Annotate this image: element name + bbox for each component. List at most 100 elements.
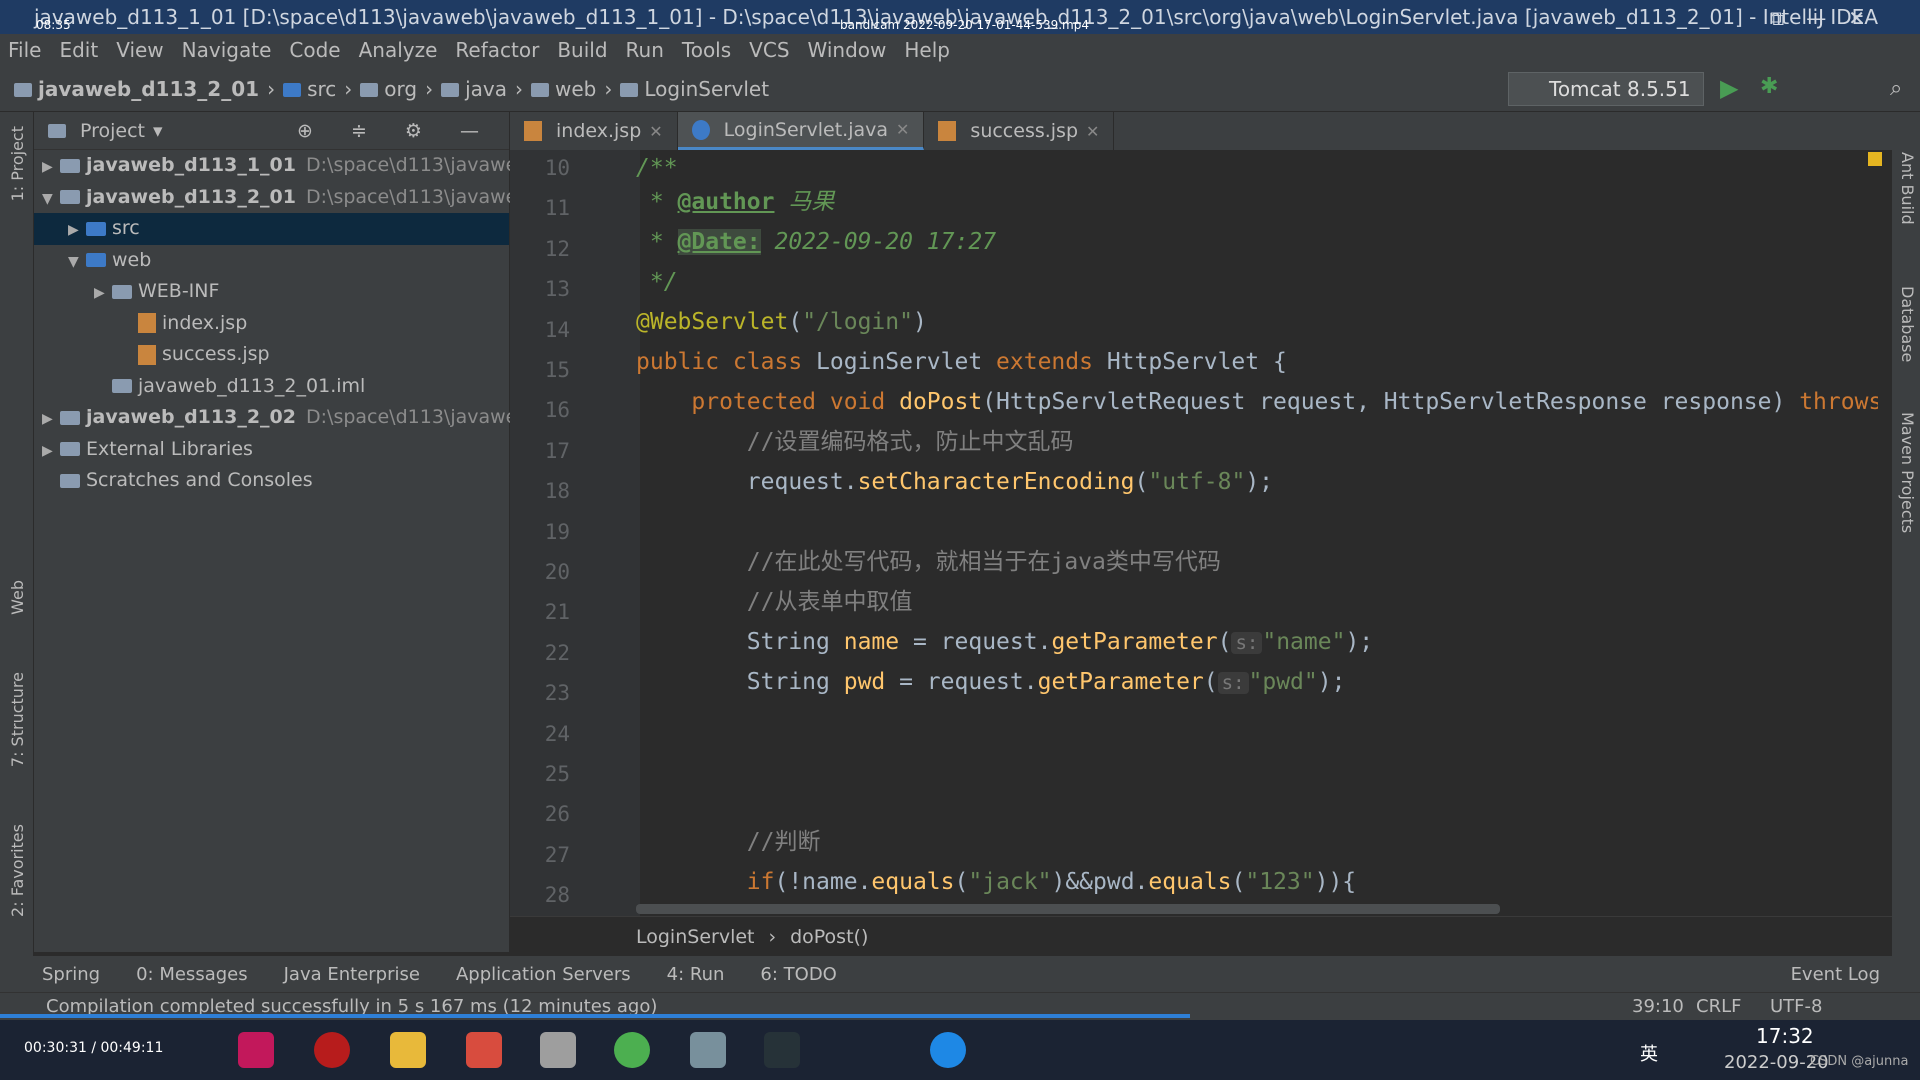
- tree-item[interactable]: Scratches and Consoles: [34, 465, 509, 497]
- run-icon[interactable]: ▶: [1720, 74, 1738, 102]
- expand-toggle[interactable]: ▶: [94, 278, 112, 310]
- menu-item[interactable]: Navigate: [182, 38, 272, 62]
- bottom-tool-4[interactable]: 4: Run: [667, 964, 725, 985]
- crumb-method[interactable]: doPost(): [790, 926, 868, 948]
- expand-toggle[interactable]: ▼: [42, 184, 60, 216]
- intellij-icon[interactable]: [238, 1032, 274, 1068]
- ime-indicator[interactable]: 英: [1640, 1040, 1658, 1066]
- encoding[interactable]: UTF-8: [1770, 993, 1822, 1021]
- folder-icon: [112, 284, 132, 299]
- line-number: 12: [544, 236, 570, 261]
- panel-toolbar-icons[interactable]: ⊕ ≑ ⚙ —: [297, 120, 495, 142]
- explorer-icon[interactable]: [390, 1032, 426, 1068]
- bottom-tool-1[interactable]: 0: Messages: [136, 964, 248, 985]
- expand-toggle[interactable]: ▼: [68, 247, 86, 279]
- nav-crumb-label: java: [465, 76, 507, 101]
- app-icon[interactable]: [466, 1032, 502, 1068]
- tool-structure[interactable]: 7: Structure: [8, 672, 27, 767]
- browser-icon[interactable]: [690, 1032, 726, 1068]
- bottom-tool-2[interactable]: Java Enterprise: [284, 964, 420, 985]
- menu-item[interactable]: Code: [289, 38, 340, 62]
- nav-crumb[interactable]: LoginServlet: [620, 77, 769, 101]
- crumb-class[interactable]: LoginServlet: [636, 926, 754, 948]
- editor-tab[interactable]: LoginServlet.java ✕: [677, 112, 925, 150]
- tool-ant-build[interactable]: Ant Build: [1898, 152, 1917, 225]
- inspection-indicator[interactable]: [1868, 152, 1882, 166]
- nav-crumb[interactable]: java: [441, 77, 507, 101]
- tool-maven[interactable]: Maven Projects: [1898, 412, 1917, 533]
- bottom-tool-0[interactable]: Spring: [42, 964, 100, 985]
- menu-item[interactable]: Tools: [682, 38, 731, 62]
- folder-icon: [60, 190, 80, 204]
- tree-item[interactable]: ▶ javaweb_d113_2_02 D:\space\d113\javaweb\…: [34, 402, 564, 436]
- tree-item[interactable]: javaweb_d113_2_01.iml: [34, 371, 509, 403]
- tab-label: LoginServlet.java: [723, 118, 889, 141]
- menu-item[interactable]: View: [116, 38, 163, 62]
- bottom-tool-3[interactable]: Application Servers: [456, 964, 631, 985]
- line-number: 14: [544, 317, 570, 342]
- line-number: 24: [544, 721, 570, 746]
- debug-icon[interactable]: ✱: [1760, 74, 1778, 99]
- line-number: 17: [544, 438, 570, 463]
- expand-toggle[interactable]: ▶: [68, 215, 86, 247]
- expand-toggle[interactable]: ▶: [42, 404, 60, 436]
- folder-icon: [441, 83, 460, 97]
- tree-item[interactable]: ▶ javaweb_d113_1_01 D:\space\d113\javaweb\…: [34, 150, 564, 184]
- bottom-tool-5[interactable]: 6: TODO: [760, 964, 836, 985]
- search-icon[interactable]: ⌕: [1890, 76, 1902, 101]
- editor-gutter: 10 11 12 13 14 15 16 17 18 19 20 21 22 23 24 25 26 27 28: [510, 150, 640, 916]
- nav-crumb-label: org: [384, 76, 418, 101]
- close-icon[interactable]: ✕: [1086, 122, 1099, 141]
- window-controls[interactable]: ⧉—✕: [1770, 6, 1887, 30]
- expand-toggle[interactable]: ▶: [42, 436, 60, 468]
- tree-item[interactable]: index.jsp: [34, 308, 509, 340]
- tree-item[interactable]: ▶ WEB-INF: [34, 276, 509, 308]
- pause-icon[interactable]: [930, 1032, 966, 1068]
- tree-item[interactable]: ▶ External Libraries: [34, 434, 509, 466]
- tree-item[interactable]: ▼ web: [34, 245, 509, 277]
- player-time: 00:30:31 / 00:49:11: [24, 1040, 164, 1056]
- crumb-separator: ›: [514, 76, 523, 101]
- chrome-icon[interactable]: [614, 1032, 650, 1068]
- typora-icon[interactable]: [540, 1032, 576, 1068]
- menu-item[interactable]: Run: [626, 38, 664, 62]
- nav-crumb[interactable]: src: [283, 77, 336, 101]
- caret-position[interactable]: 39:10: [1632, 993, 1684, 1021]
- tree-item[interactable]: ▼ javaweb_d113_2_01 D:\space\d113\javaweb\…: [34, 182, 564, 216]
- terminal-icon[interactable]: [764, 1032, 800, 1068]
- bottom-tool-6[interactable]: Event Log: [1791, 964, 1880, 985]
- nav-crumb[interactable]: javaweb_d113_2_01: [14, 77, 259, 101]
- close-icon[interactable]: ✕: [896, 120, 909, 139]
- horizontal-scrollbar[interactable]: [636, 904, 1500, 914]
- menu-item[interactable]: Window: [808, 38, 887, 62]
- editor-tab[interactable]: index.jsp ✕: [510, 112, 678, 150]
- menu-bar: File Edit View Navigate Code Analyze Refactor B…: [0, 34, 1920, 66]
- folder-icon: [60, 410, 80, 425]
- menu-item[interactable]: Help: [904, 38, 950, 62]
- nav-crumb[interactable]: web: [530, 77, 596, 101]
- nav-crumb[interactable]: org: [360, 77, 417, 101]
- menu-item[interactable]: Edit: [59, 38, 98, 62]
- menu-item[interactable]: Build: [557, 38, 607, 62]
- code-editor[interactable]: /** * @author 马果 * @Date: 2022-09-20 17:…: [636, 150, 1878, 916]
- tool-web[interactable]: Web: [8, 580, 27, 615]
- run-config-select[interactable]: Tomcat 8.5.51 ▾: [1508, 72, 1704, 133]
- line-separator[interactable]: CRLF: [1696, 993, 1741, 1021]
- record-icon[interactable]: [314, 1032, 350, 1068]
- menu-item[interactable]: VCS: [749, 38, 789, 62]
- tree-item-label: External Libraries: [86, 437, 253, 460]
- line-number: 13: [544, 277, 570, 302]
- editor-tab[interactable]: success.jsp ✕: [924, 112, 1115, 150]
- menu-item[interactable]: File: [8, 38, 41, 62]
- video-progress[interactable]: [0, 1014, 1190, 1018]
- menu-item[interactable]: Analyze: [359, 38, 438, 62]
- expand-toggle[interactable]: ▶: [42, 152, 60, 184]
- close-icon[interactable]: ✕: [649, 122, 662, 141]
- tool-database[interactable]: Database: [1898, 286, 1917, 362]
- tool-favorites[interactable]: 2: Favorites: [8, 824, 27, 917]
- tool-project[interactable]: 1: Project: [8, 126, 27, 201]
- project-panel-title[interactable]: Project: [80, 120, 145, 142]
- tree-item[interactable]: success.jsp: [34, 339, 509, 371]
- menu-item[interactable]: Refactor: [455, 38, 539, 62]
- tree-item[interactable]: ▶ src: [34, 213, 509, 245]
